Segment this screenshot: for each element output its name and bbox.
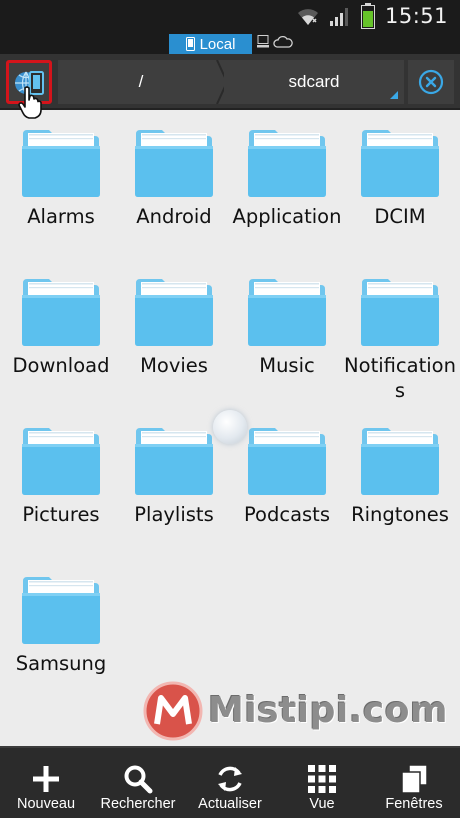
folder-item[interactable]: Application (230, 124, 344, 229)
folder-icon (248, 428, 326, 495)
folder-name: Notifications (344, 354, 456, 402)
folder-name: Music (259, 354, 315, 377)
folder-icon (22, 577, 100, 644)
folder-name: Pictures (22, 503, 100, 526)
folder-item[interactable]: Ringtones (343, 422, 457, 527)
folder-item[interactable]: Playlists (117, 422, 231, 527)
source-local-label: Local (199, 35, 236, 53)
folder-name: Download (12, 354, 110, 377)
scroll-indicator (213, 410, 247, 444)
folder-item[interactable]: Android (117, 124, 231, 229)
phone-icon (185, 37, 195, 51)
refresh-button[interactable]: Actualiser (184, 748, 276, 818)
source-local-tab[interactable]: Local (169, 34, 252, 54)
cloud-icon[interactable] (273, 36, 293, 48)
search-button[interactable]: Rechercher (92, 748, 184, 818)
path-bar: / sdcard (0, 54, 460, 110)
search-label: Rechercher (100, 796, 176, 812)
folder-icon (22, 428, 100, 495)
folder-name: Playlists (134, 503, 214, 526)
breadcrumb-root[interactable]: / (58, 60, 224, 104)
folder-icon (361, 279, 439, 346)
view-label: Vue (309, 796, 335, 812)
folder-icon (135, 130, 213, 197)
new-label: Nouveau (16, 796, 76, 812)
folder-name: Samsung (15, 652, 107, 675)
signal-icon (329, 7, 348, 26)
view-button[interactable]: Vue (276, 748, 368, 818)
folder-item[interactable]: Notifications (343, 273, 457, 403)
folder-item[interactable]: Pictures (4, 422, 118, 527)
breadcrumb-root-label: / (138, 72, 144, 91)
folder-icon (22, 279, 100, 346)
folder-item[interactable]: Movies (117, 273, 231, 378)
folder-item[interactable]: Music (230, 273, 344, 378)
folder-name: Android (136, 205, 212, 228)
breadcrumb-sdcard-label: sdcard (288, 72, 340, 91)
close-icon (418, 69, 444, 95)
folder-icon (248, 130, 326, 197)
windows-button[interactable]: Fenêtres (368, 748, 460, 818)
folder-item[interactable]: Samsung (4, 571, 118, 676)
computer-icon[interactable] (257, 35, 269, 48)
refresh-icon (218, 766, 242, 792)
mistipi-logo (143, 681, 203, 741)
wifi-icon (297, 8, 318, 25)
plus-icon (33, 766, 59, 792)
folder-item[interactable]: Alarms (4, 124, 118, 229)
folder-item[interactable]: DCIM (343, 124, 457, 229)
status-bar: 15:51 (0, 0, 460, 31)
folder-icon (135, 428, 213, 495)
folder-icon (361, 428, 439, 495)
watermark-text: Mistipi.com (208, 690, 449, 731)
folder-icon (361, 130, 439, 197)
folder-name: Ringtones (351, 503, 449, 526)
close-button[interactable] (408, 60, 454, 104)
source-strip: Local (0, 31, 460, 54)
status-time: 15:51 (384, 3, 448, 28)
folder-name: Application (232, 205, 342, 228)
breadcrumb-sdcard[interactable]: sdcard (224, 60, 404, 104)
dropdown-corner-icon (390, 91, 398, 99)
folder-name: DCIM (374, 205, 426, 228)
new-button[interactable]: Nouveau (0, 748, 92, 818)
search-icon (124, 765, 153, 794)
windows-label: Fenêtres (385, 796, 443, 812)
windows-icon (401, 764, 428, 794)
refresh-label: Actualiser (198, 796, 262, 812)
grid-icon (308, 765, 336, 793)
folder-icon (135, 279, 213, 346)
folder-name: Podcasts (243, 503, 330, 526)
folder-name: Alarms (27, 205, 95, 228)
folder-icon (248, 279, 326, 346)
folder-item[interactable]: Download (4, 273, 118, 378)
folder-icon (22, 130, 100, 197)
folder-name: Movies (140, 354, 208, 377)
folder-item[interactable]: Podcasts (230, 422, 344, 527)
watermark: Mistipi.com (142, 680, 452, 746)
bottom-action-bar: Nouveau Rechercher Actualiser Vue Fenêtr… (0, 746, 460, 818)
battery-icon (360, 2, 375, 29)
